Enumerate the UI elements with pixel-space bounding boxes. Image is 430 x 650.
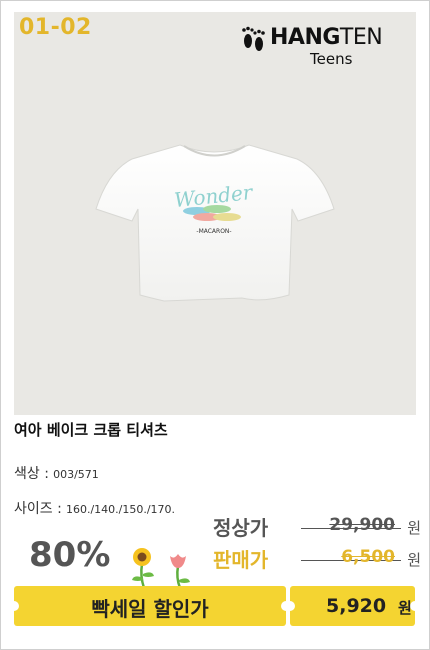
- brand-name: HANGTEN: [270, 25, 383, 50]
- tshirt-image: Wonder -MACARON-: [95, 144, 335, 302]
- brand-logo: HANGTEN Teens: [240, 20, 406, 70]
- product-name[interactable]: 여아 베이크 크롭 티셔츠: [14, 419, 168, 440]
- sale-price-value: 6,500: [341, 547, 395, 567]
- sale-price: 판매가 6,500 원: [213, 544, 423, 574]
- product-photo[interactable]: 01-02 HANGTEN Teens Wonder -MACARON-: [14, 12, 416, 415]
- brand-name-main: HANG: [270, 25, 340, 50]
- tulip-icon: [170, 554, 190, 589]
- flash-sale-unit: 원: [398, 599, 412, 617]
- flash-sale-bar[interactable]: 빡세일 할인가 5,920 원: [9, 586, 420, 626]
- size-info: 사이즈 : 160./140./150./170.: [14, 498, 175, 518]
- color-value: 003/571: [53, 468, 99, 481]
- flowers-decoration: [132, 548, 190, 589]
- flash-sale-label: 빡세일 할인가: [91, 597, 209, 621]
- sunflower-icon: [132, 548, 154, 589]
- sub-brand: Teens: [310, 50, 353, 68]
- brand-name-suffix: TEN: [339, 25, 383, 50]
- product-card[interactable]: 01-02 HANGTEN Teens Wonder -MACARON- 여아 …: [0, 0, 430, 650]
- regular-price-value: 29,900: [329, 515, 395, 535]
- footprints-logo-icon: [242, 26, 265, 51]
- regular-price: 정상가 29,900 원: [213, 512, 423, 542]
- product-code: 01-02: [19, 15, 92, 40]
- currency-unit: 원: [407, 519, 421, 537]
- size-value: 160./140./150./170.: [65, 503, 176, 516]
- currency-unit: 원: [407, 551, 421, 569]
- flash-sale-price: 5,920: [326, 595, 387, 617]
- ticket-notch: [285, 601, 295, 611]
- regular-price-label: 정상가: [213, 516, 269, 540]
- sale-price-label: 판매가: [213, 548, 269, 572]
- color-label: 색상 :: [14, 466, 49, 482]
- discount-rate: 80%: [29, 535, 111, 575]
- shirt-print-caption: -MACARON-: [196, 228, 231, 235]
- size-label: 사이즈 :: [14, 501, 62, 517]
- color-info: 색상 : 003/571: [14, 463, 99, 483]
